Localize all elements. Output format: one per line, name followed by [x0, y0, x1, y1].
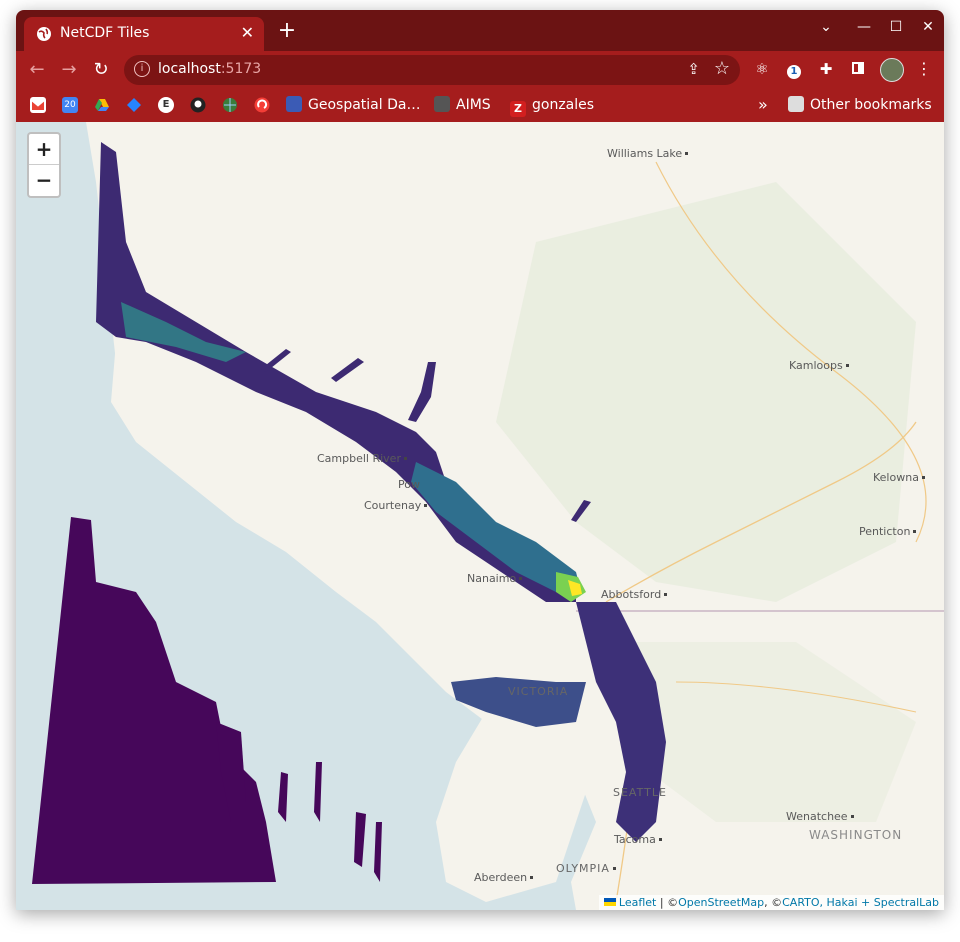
zoom-in-button[interactable]: + [29, 134, 59, 165]
tab-netcdf-tiles[interactable]: NetCDF Tiles ✕ [24, 17, 264, 51]
bookmark-site-icon [434, 96, 450, 112]
place-label: Wenatchee [786, 810, 854, 823]
place-label: Abbotsford [601, 588, 668, 601]
tab-close-icon[interactable]: ✕ [241, 23, 254, 42]
region-label: WASHINGTON [809, 828, 903, 842]
z-icon: Z [510, 101, 526, 117]
password-manager-icon[interactable]: 1 [784, 59, 804, 79]
browser-toolbar: ← → ↻ i localhost:5173 ⇪ ☆ ⚛ 1 ✚ ⋮ [16, 51, 944, 89]
place-label: Penticton [859, 525, 917, 538]
attribution-separator: | © [656, 896, 679, 909]
earth-icon[interactable] [222, 97, 238, 113]
jira-icon[interactable] [126, 97, 142, 113]
share-icon[interactable]: ⇪ [687, 60, 700, 78]
browser-window: NetCDF Tiles ✕ + ⌄ — ☐ ✕ ← → ↻ i localho… [16, 10, 944, 910]
leaflet-link[interactable]: Leaflet [619, 896, 656, 909]
folder-icon [788, 96, 804, 112]
place-label: Williams Lake [607, 147, 689, 160]
e-site-icon[interactable]: E [158, 97, 174, 113]
ukraine-flag-icon [603, 898, 616, 906]
address-bar[interactable]: i localhost:5173 ⇪ ☆ [124, 55, 740, 85]
basemap [32, 122, 944, 910]
other-bookmarks-folder[interactable]: Other bookmarks [788, 96, 932, 114]
data-offshore [32, 517, 276, 884]
osm-link[interactable]: OpenStreetMap [678, 896, 764, 909]
bookmarks-overflow-icon[interactable]: » [758, 96, 768, 114]
profile-avatar[interactable] [880, 58, 904, 82]
tab-search-icon[interactable]: ⌄ [816, 19, 836, 35]
zoom-control: + − [27, 132, 61, 198]
bookmark-site-icon [286, 96, 302, 112]
bookmark-geospatial[interactable]: Geospatial Da… [286, 96, 420, 114]
bookmarks-bar: 20 E Geospatial Da… AIMS Zgonzales » Oth… [16, 89, 944, 123]
carto-link[interactable]: CARTO, Hakai + SpectralLab [782, 896, 939, 909]
place-label: SEATTLE [613, 786, 667, 799]
calendar-icon[interactable]: 20 [62, 97, 78, 113]
pocketcasts-icon[interactable] [254, 97, 270, 113]
bookmark-aims[interactable]: AIMS [434, 96, 491, 114]
tab-strip: NetCDF Tiles ✕ + ⌄ — ☐ ✕ [16, 10, 944, 51]
tab-title: NetCDF Tiles [60, 25, 150, 41]
place-label: Nanaimo [467, 572, 523, 585]
place-label: Tacoma [614, 833, 662, 846]
close-window-icon[interactable]: ✕ [918, 19, 938, 35]
site-info-icon[interactable]: i [134, 61, 150, 77]
reload-icon[interactable]: ↻ [90, 59, 112, 80]
zoom-out-button[interactable]: − [29, 165, 59, 195]
bookmark-gonzales[interactable]: Zgonzales [510, 96, 594, 117]
side-panel-icon[interactable] [848, 59, 868, 79]
back-icon[interactable]: ← [26, 59, 48, 80]
url-text[interactable]: localhost:5173 [158, 61, 261, 77]
gmail-icon[interactable] [30, 97, 46, 113]
drive-icon[interactable] [94, 97, 110, 113]
attribution-separator: , © [764, 896, 783, 909]
place-label: Aberdeen [474, 871, 534, 884]
place-label: Campbell River [317, 452, 407, 465]
new-tab-button[interactable]: + [274, 18, 300, 44]
minimize-icon[interactable]: — [854, 19, 874, 35]
globe-icon [37, 27, 51, 41]
place-label: Courtenay [364, 499, 428, 512]
place-label: Pow [398, 478, 420, 491]
browser-menu-icon[interactable]: ⋮ [916, 59, 932, 78]
place-label: VICTORIA [508, 685, 569, 698]
place-label: Kelowna [873, 471, 925, 484]
data-offshore-speckle [278, 762, 382, 882]
forward-icon[interactable]: → [58, 59, 80, 80]
extensions-icon[interactable]: ✚ [816, 59, 836, 79]
maximize-icon[interactable]: ☐ [886, 19, 906, 35]
bookmark-star-icon[interactable]: ☆ [714, 58, 730, 79]
github-icon[interactable] [190, 97, 206, 113]
place-label: Kamloops [789, 359, 849, 372]
react-devtools-icon[interactable]: ⚛ [752, 59, 772, 79]
place-label: OLYMPIA [556, 862, 616, 875]
map-attribution: Leaflet | ©OpenStreetMap, ©CARTO, Hakai … [598, 895, 944, 910]
map-container[interactable]: + − Williams Lake Kamloops Campbell Rive… [16, 122, 944, 910]
